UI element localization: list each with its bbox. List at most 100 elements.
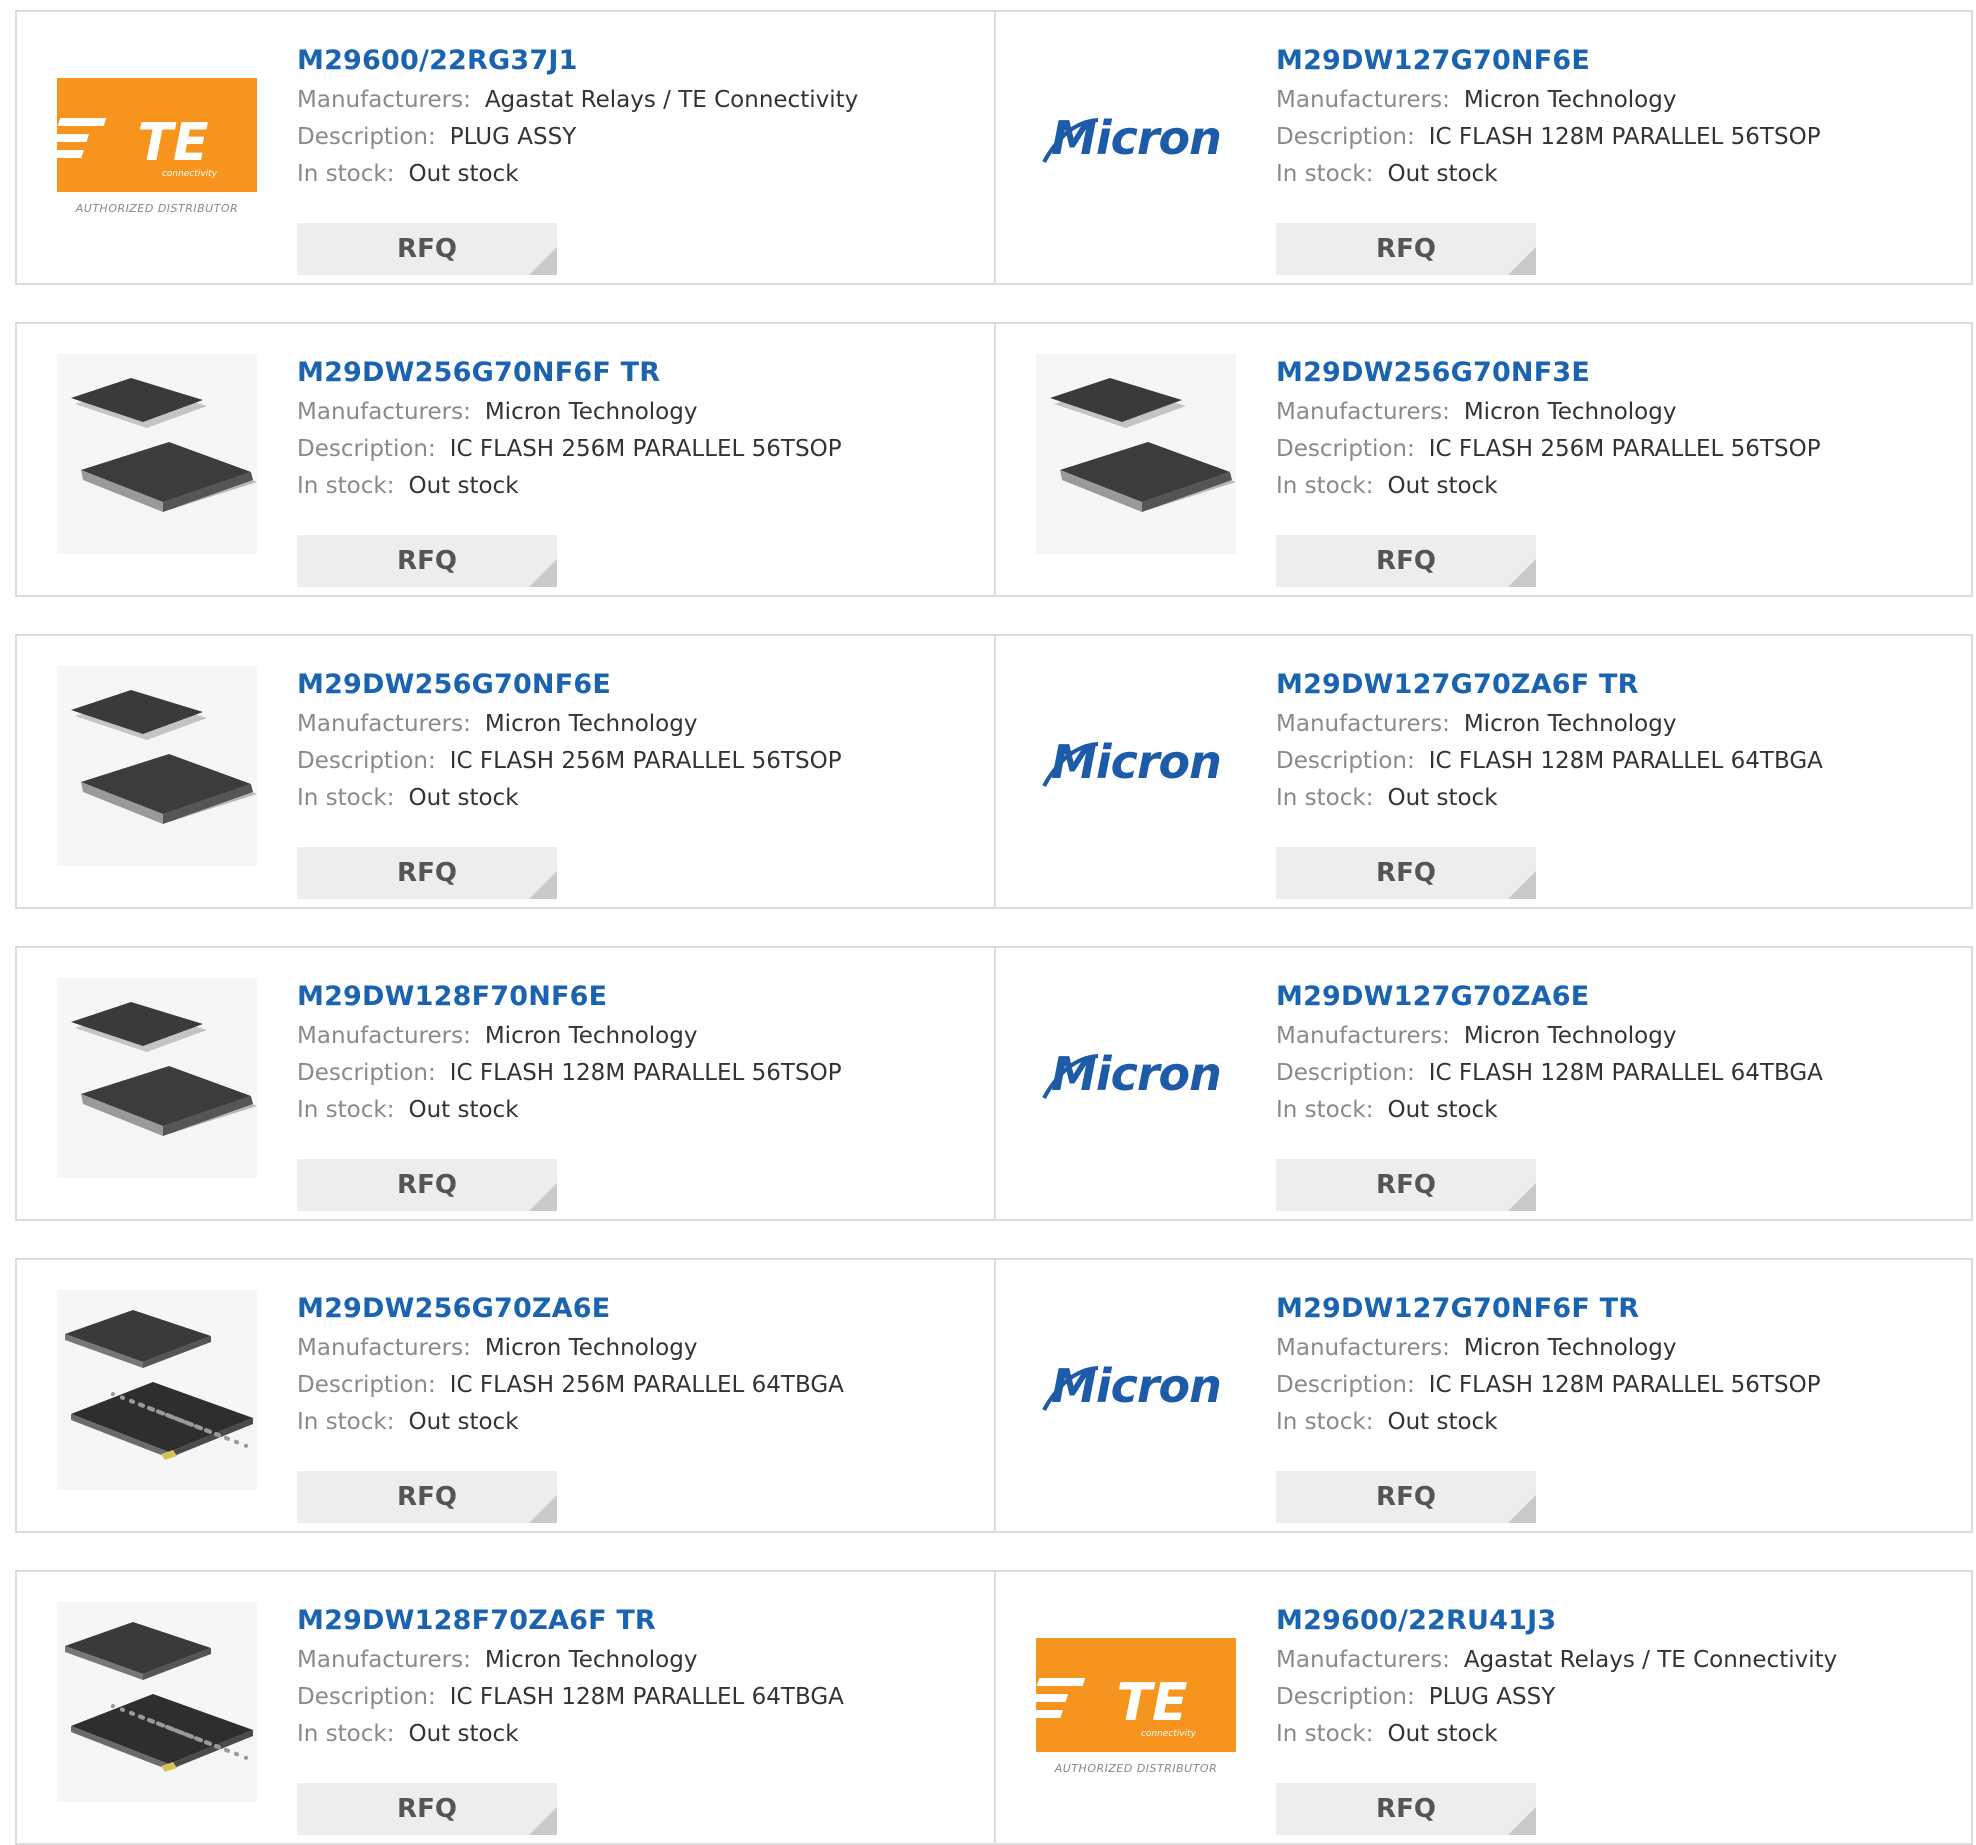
corner-fold-icon [1508, 559, 1536, 587]
product-image[interactable] [57, 354, 257, 554]
part-number-link[interactable]: M29DW256G70ZA6E [297, 1290, 984, 1330]
product-image[interactable] [57, 666, 257, 866]
part-number-link[interactable]: M29DW127G70NF6F TR [1276, 1290, 1961, 1330]
rfq-button[interactable]: RFQ [297, 1471, 557, 1523]
product-card: M29DW256G70NF3E Manufacturers: Micron Tec… [994, 324, 1971, 595]
rfq-button[interactable]: RFQ [297, 847, 557, 899]
part-number-link[interactable]: M29DW127G70ZA6E [1276, 978, 1961, 1018]
manufacturer-label: Manufacturers: [1276, 399, 1450, 425]
part-number-link[interactable]: M29DW256G70NF3E [1276, 354, 1961, 394]
description-label: Description: [297, 1372, 436, 1398]
corner-fold-icon [1508, 1495, 1536, 1523]
description-label: Description: [1276, 1684, 1415, 1710]
rfq-button[interactable]: RFQ [297, 1159, 557, 1211]
rfq-button[interactable]: RFQ [1276, 847, 1536, 899]
stock-value: Out stock [1387, 785, 1498, 811]
rfq-button[interactable]: RFQ [1276, 1471, 1536, 1523]
description-line: Description: IC FLASH 128M PARALLEL 56TSO… [1276, 119, 1961, 156]
product-row: M29DW256G70NF6E Manufacturers: Micron Tec… [15, 634, 1973, 909]
product-image[interactable] [57, 978, 257, 1178]
manufacturer-line: Manufacturers: Micron Technology [1276, 1330, 1961, 1367]
description-line: Description: IC FLASH 256M PARALLEL 56TSO… [297, 743, 984, 780]
rfq-button[interactable]: RFQ [1276, 1159, 1536, 1211]
part-number-link[interactable]: M29DW128F70NF6E [297, 978, 984, 1018]
rfq-button[interactable]: RFQ [1276, 535, 1536, 587]
rfq-button[interactable]: RFQ [1276, 1783, 1536, 1835]
stock-line: In stock: Out stock [297, 1092, 984, 1129]
rfq-button[interactable]: RFQ [1276, 223, 1536, 275]
stock-line: In stock: Out stock [297, 1716, 984, 1753]
part-number-link[interactable]: M29DW127G70NF6E [1276, 42, 1961, 82]
stock-value: Out stock [1387, 1097, 1498, 1123]
product-image[interactable] [1036, 354, 1236, 554]
stock-label: In stock: [297, 1097, 395, 1123]
rfq-button[interactable]: RFQ [297, 1783, 557, 1835]
corner-fold-icon [529, 1807, 557, 1835]
description-value: IC FLASH 128M PARALLEL 64TBGA [1428, 1060, 1823, 1086]
manufacturer-value: Agastat Relays / TE Connectivity [484, 87, 859, 113]
stock-label: In stock: [297, 473, 395, 499]
description-value: IC FLASH 128M PARALLEL 56TSOP [449, 1060, 842, 1086]
product-image[interactable]: TE connectivity AUTHORIZED DISTRIBUTOR [57, 42, 257, 242]
te-connectivity-logo: TEconnectivity AUTHORIZED DISTRIBUTOR [1036, 1638, 1236, 1775]
product-image[interactable]: Micron [1036, 1290, 1236, 1490]
tsop-chip-image [57, 666, 257, 866]
corner-fold-icon [529, 1495, 557, 1523]
product-info: M29DW127G70ZA6F TR Manufacturers: Micron … [1276, 666, 1961, 899]
rfq-label: RFQ [1376, 1482, 1436, 1512]
product-image[interactable]: Micron [1036, 978, 1236, 1178]
stock-label: In stock: [1276, 1409, 1374, 1435]
manufacturer-value: Micron Technology [1463, 399, 1677, 425]
product-card: TE connectivity AUTHORIZED DISTRIBUTOR M29… [17, 12, 994, 283]
stock-label: In stock: [297, 1721, 395, 1747]
manufacturer-value: Micron Technology [1463, 87, 1677, 113]
manufacturer-line: Manufacturers: Micron Technology [1276, 394, 1961, 431]
stock-line: In stock: Out stock [1276, 780, 1961, 817]
manufacturer-label: Manufacturers: [1276, 1647, 1450, 1673]
part-number-link[interactable]: M29DW256G70NF6F TR [297, 354, 984, 394]
corner-fold-icon [1508, 1807, 1536, 1835]
product-row: TE connectivity AUTHORIZED DISTRIBUTOR M29… [15, 10, 1973, 285]
part-number-link[interactable]: M29DW128F70ZA6F TR [297, 1602, 984, 1642]
part-number-link[interactable]: M29DW256G70NF6E [297, 666, 984, 706]
product-info: M29DW256G70NF6E Manufacturers: Micron Tec… [297, 666, 984, 899]
part-number-link[interactable]: M29600/22RG37J1 [297, 42, 984, 82]
description-line: Description: PLUG ASSY [1276, 1679, 1961, 1716]
product-image[interactable] [57, 1290, 257, 1490]
stock-label: In stock: [1276, 1721, 1374, 1747]
rfq-label: RFQ [397, 1794, 457, 1824]
te-connectivity-logo: TEconnectivity AUTHORIZED DISTRIBUTOR [57, 78, 257, 215]
rfq-label: RFQ [1376, 234, 1436, 264]
stock-line: In stock: Out stock [1276, 1092, 1961, 1129]
description-value: PLUG ASSY [1428, 1684, 1556, 1710]
rfq-button[interactable]: RFQ [297, 535, 557, 587]
product-row: M29DW256G70ZA6E Manufacturers: Micron Tec… [15, 1258, 1973, 1533]
product-card: M29DW256G70NF6E Manufacturers: Micron Tec… [17, 636, 994, 907]
product-image[interactable]: TE connectivity AUTHORIZED DISTRIBUTOR [1036, 1602, 1236, 1802]
manufacturer-label: Manufacturers: [297, 1023, 471, 1049]
product-image[interactable]: Micron [1036, 666, 1236, 866]
manufacturer-label: Manufacturers: [1276, 1335, 1450, 1361]
stock-value: Out stock [408, 1097, 519, 1123]
rfq-button[interactable]: RFQ [297, 223, 557, 275]
manufacturer-value: Micron Technology [1463, 1023, 1677, 1049]
stock-value: Out stock [1387, 1721, 1498, 1747]
product-image[interactable] [57, 1602, 257, 1802]
part-number-link[interactable]: M29600/22RU41J3 [1276, 1602, 1961, 1642]
micron-logo: Micron [1042, 1359, 1222, 1413]
product-info: M29DW128F70NF6E Manufacturers: Micron Tec… [297, 978, 984, 1211]
product-info: M29DW256G70NF6F TR Manufacturers: Micron … [297, 354, 984, 587]
product-image[interactable]: Micron [1036, 42, 1236, 242]
stock-value: Out stock [1387, 473, 1498, 499]
description-line: Description: IC FLASH 128M PARALLEL 64TBG… [1276, 1055, 1961, 1092]
svg-text:TE: TE [138, 113, 209, 173]
product-card: TE connectivity AUTHORIZED DISTRIBUTOR M29… [994, 1572, 1971, 1843]
part-number-link[interactable]: M29DW127G70ZA6F TR [1276, 666, 1961, 706]
corner-fold-icon [1508, 1183, 1536, 1211]
manufacturer-label: Manufacturers: [297, 1335, 471, 1361]
description-label: Description: [1276, 748, 1415, 774]
stock-value: Out stock [408, 785, 519, 811]
manufacturer-line: Manufacturers: Agastat Relays / TE Connec… [297, 82, 984, 119]
stock-line: In stock: Out stock [297, 468, 984, 505]
manufacturer-label: Manufacturers: [297, 711, 471, 737]
